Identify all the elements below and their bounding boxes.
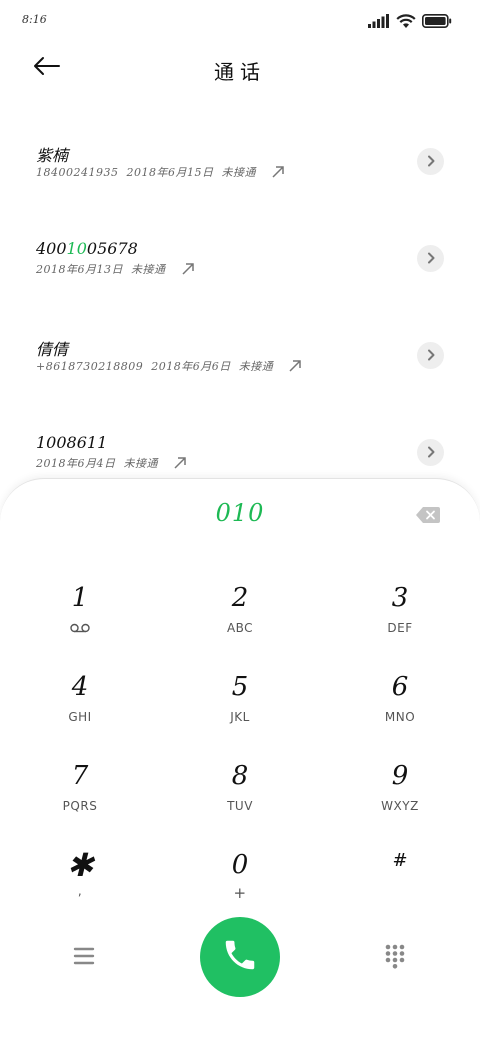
call-status: 未接通 (131, 263, 166, 276)
keypad: 1 2 ABC 3 DEF 4 GHI 5 JKL 6 MNO 7 PQRS 8… (0, 579, 480, 935)
key-5[interactable]: 5 JKL (160, 668, 320, 757)
wifi-icon (396, 13, 416, 29)
chevron-right-icon (426, 443, 436, 462)
call-status: 未接通 (123, 457, 158, 470)
voicemail-icon (0, 623, 160, 633)
call-date: 2018年6月4日 (36, 457, 116, 470)
signal-icon (368, 14, 390, 28)
call-detail-button[interactable] (417, 439, 444, 466)
outgoing-call-icon (287, 358, 303, 374)
contact-name: 1008611 (36, 433, 108, 452)
key-2[interactable]: 2 ABC (160, 579, 320, 668)
call-details: +8618730218809 2018年6月6日 未接通 (36, 358, 303, 374)
call-list: 紫楠 18400241935 2018年6月15日 未接通 4001005678… (0, 110, 480, 498)
key-6[interactable]: 6 MNO (320, 668, 480, 757)
keypad-row: 4 GHI 5 JKL 6 MNO (0, 668, 480, 757)
contact-name: 4001005678 (36, 239, 138, 258)
keypad-toggle-button[interactable] (384, 943, 406, 969)
battery-icon (422, 14, 452, 28)
key-9[interactable]: 9 WXYZ (320, 757, 480, 846)
key-4[interactable]: 4 GHI (0, 668, 160, 757)
status-time: 8:16 (22, 13, 47, 26)
call-status: 未接通 (238, 360, 274, 373)
keypad-row: 1 2 ABC 3 DEF (0, 579, 480, 668)
phone-number: 18400241935 (36, 165, 119, 179)
outgoing-call-icon (172, 455, 188, 471)
call-date: 2018年6月13日 (36, 263, 123, 276)
phone-icon (221, 936, 259, 978)
call-detail-button[interactable] (417, 342, 444, 369)
call-details: 18400241935 2018年6月15日 未接通 (36, 164, 286, 180)
outgoing-call-icon (180, 261, 196, 277)
key-7[interactable]: 7 PQRS (0, 757, 160, 846)
page-title: 通话 (214, 60, 266, 84)
dialed-number-display[interactable]: 010 (0, 499, 480, 527)
backspace-button[interactable] (416, 507, 440, 523)
call-list-item[interactable]: 倩倩 +8618730218809 2018年6月6日 未接通 (0, 304, 480, 401)
dialer-bottom-bar (0, 915, 480, 999)
call-list-item[interactable]: 紫楠 18400241935 2018年6月15日 未接通 (0, 110, 480, 207)
chevron-right-icon (426, 249, 436, 268)
status-bar: 8:16 (0, 0, 480, 40)
outgoing-call-icon (270, 164, 286, 180)
contact-name: 倩倩 (36, 340, 69, 359)
call-date: 2018年6月6日 (151, 360, 231, 373)
call-details: 2018年6月4日 未接通 (36, 455, 188, 471)
contact-name: 紫楠 (36, 146, 69, 165)
backspace-icon (416, 507, 440, 527)
keypad-row: 7 PQRS 8 TUV 9 WXYZ (0, 757, 480, 846)
menu-button[interactable] (72, 945, 96, 967)
chevron-right-icon (426, 152, 436, 171)
call-detail-button[interactable] (417, 245, 444, 272)
key-8[interactable]: 8 TUV (160, 757, 320, 846)
phone-number: +8618730218809 (36, 359, 144, 373)
header: 通话 (0, 46, 480, 92)
call-detail-button[interactable] (417, 148, 444, 175)
call-status: 未接通 (221, 166, 256, 179)
call-date: 2018年6月15日 (126, 166, 214, 179)
call-list-item[interactable]: 4001005678 2018年6月13日 未接通 (0, 207, 480, 304)
call-button[interactable] (200, 917, 280, 997)
status-icons (368, 12, 452, 30)
menu-icon (72, 947, 96, 971)
dialpad-sheet: 010 1 2 ABC 3 DEF 4 GHI 5 JKL 6 MNO 7 PQ… (0, 478, 480, 1040)
key-1[interactable]: 1 (0, 579, 160, 668)
key-3[interactable]: 3 DEF (320, 579, 480, 668)
chevron-right-icon (426, 346, 436, 365)
dialpad-icon (384, 944, 406, 973)
call-details: 2018年6月13日 未接通 (36, 261, 196, 277)
